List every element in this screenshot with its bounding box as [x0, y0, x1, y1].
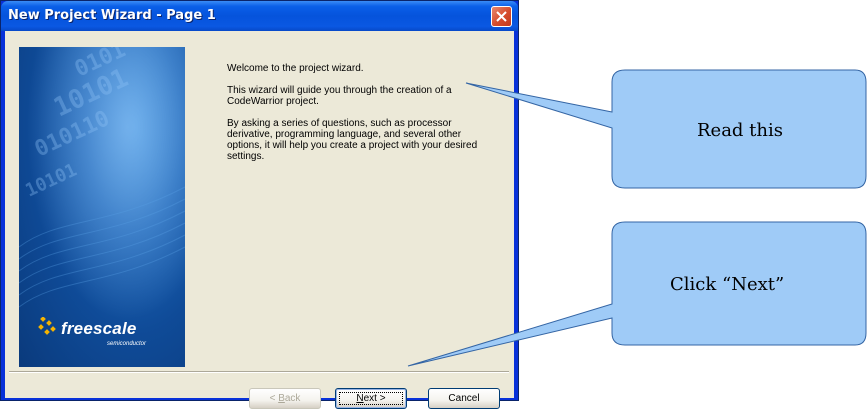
annotation-layer: Read this Click “Next”	[0, 0, 867, 401]
callout-next-bubble	[407, 221, 867, 367]
callout-next-text: Click “Next”	[670, 274, 785, 295]
callout-shapes	[407, 69, 867, 367]
callout-read-text: Read this	[697, 120, 784, 141]
callout-read-bubble	[465, 69, 867, 189]
